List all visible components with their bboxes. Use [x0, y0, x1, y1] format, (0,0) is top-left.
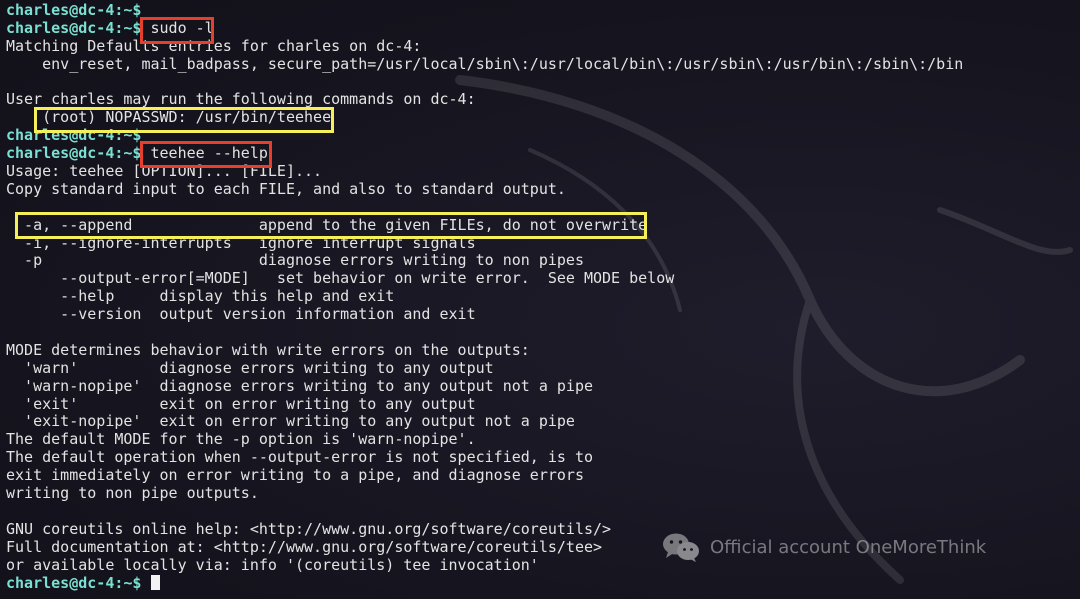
- output-text: env_reset, mail_badpass, secure_path=/us…: [6, 54, 964, 73]
- command-text: [141, 574, 150, 592]
- output-text: --help display this help and exit: [6, 287, 395, 306]
- output-line: (root) NOPASSWD: /usr/bin/teehee: [6, 108, 963, 127]
- output-text: or available locally via: info '(coreuti…: [6, 555, 539, 574]
- output-line: MODE determines behavior with write erro…: [6, 340, 963, 360]
- output-text: exit immediately on error writing to a p…: [6, 466, 584, 485]
- output-line: 'warn' diagnose errors writing to any ou…: [6, 358, 963, 378]
- output-line: --help display this help and exit: [6, 287, 963, 306]
- shell-prompt: charles@dc-4:~$: [6, 1, 142, 19]
- output-line: -i, --ignore-interrupts ignore interrupt…: [6, 233, 963, 253]
- output-line: 'warn-nopipe' diagnose errors writing to…: [6, 376, 963, 396]
- output-line: --version output version information and…: [6, 305, 963, 324]
- output-text: User charles may run the following comma…: [6, 90, 476, 109]
- output-text: MODE determines behavior with write erro…: [6, 340, 530, 359]
- output-line: 'exit-nopipe' exit on error writing to a…: [6, 413, 963, 431]
- output-text: writing to non pipe outputs.: [6, 484, 259, 503]
- output-line: Matching Defaults entries for charles on…: [6, 36, 963, 56]
- output-line: -a, --append append to the given FILEs, …: [6, 215, 963, 235]
- output-text: The default operation when --output-erro…: [6, 448, 593, 467]
- shell-prompt: charles@dc-4:~$: [6, 573, 142, 592]
- terminal-window[interactable]: charles@dc-4:~$ charles@dc-4:~$ sudo -l Ma…: [0, 0, 1080, 599]
- output-text: 'exit-nopipe' exit on error writing to a…: [6, 412, 575, 431]
- output-line: User charles may run the following comma…: [6, 91, 963, 109]
- shell-prompt: charles@dc-4:~$: [6, 144, 142, 163]
- output-text: Matching Defaults entries for charles on…: [6, 36, 422, 55]
- output-line: -p diagnose errors writing to non pipes: [6, 252, 963, 270]
- wechat-watermark: Official account OneMoreThink: [662, 532, 986, 562]
- output-text: 'warn' diagnose errors writing to any ou…: [6, 358, 494, 377]
- watermark-text: Official account OneMoreThink: [710, 536, 987, 558]
- output-line: [6, 199, 963, 217]
- output-text: -a, --append append to the given FILEs, …: [6, 215, 648, 234]
- output-line: env_reset, mail_badpass, secure_path=/us…: [6, 54, 964, 74]
- output-text: 'warn-nopipe' diagnose errors writing to…: [6, 376, 593, 395]
- prompt-line: charles@dc-4:~$: [6, 1, 963, 20]
- prompt-line: charles@dc-4:~$: [6, 573, 963, 593]
- output-text: Usage: teehee [OPTION]... [FILE]...: [6, 162, 323, 181]
- terminal-output: charles@dc-4:~$ charles@dc-4:~$ sudo -l Ma…: [6, 1, 964, 593]
- output-text: -p diagnose errors writing to non pipes: [6, 251, 584, 270]
- output-line: [6, 503, 963, 521]
- text-cursor: [150, 574, 160, 590]
- output-line: The default MODE for the -p option is 'w…: [6, 430, 963, 449]
- wechat-icon: [663, 533, 699, 562]
- output-text: --output-error[=MODE] set behavior on wr…: [6, 269, 675, 288]
- command-text: teehee --help: [141, 144, 268, 163]
- command-text: sudo -l: [141, 18, 214, 37]
- output-text: Copy standard input to each FILE, and al…: [6, 179, 566, 198]
- output-text: (root) NOPASSWD: /usr/bin/teehee: [6, 108, 332, 127]
- output-line: [6, 324, 963, 342]
- output-text: 'exit' exit on error writing to any outp…: [6, 394, 476, 413]
- prompt-line: charles@dc-4:~$: [6, 126, 963, 145]
- output-line: The default operation when --output-erro…: [6, 448, 963, 467]
- prompt-line: charles@dc-4:~$ sudo -l: [6, 18, 963, 38]
- output-text: -i, --ignore-interrupts ignore interrupt…: [6, 233, 476, 252]
- prompt-line: charles@dc-4:~$ teehee --help: [6, 144, 963, 163]
- output-text: --version output version information and…: [6, 305, 476, 324]
- output-line: writing to non pipe outputs.: [6, 484, 963, 503]
- output-line: exit immediately on error writing to a p…: [6, 466, 963, 485]
- output-text: GNU coreutils online help: <http://www.g…: [6, 519, 612, 538]
- output-line: --output-error[=MODE] set behavior on wr…: [6, 269, 963, 288]
- output-line: [6, 74, 963, 92]
- shell-prompt: charles@dc-4:~$: [6, 18, 142, 37]
- output-line: 'exit' exit on error writing to any outp…: [6, 394, 963, 414]
- output-text: The default MODE for the -p option is 'w…: [6, 430, 476, 449]
- shell-prompt: charles@dc-4:~$: [6, 126, 142, 145]
- output-text: Full documentation at: <http://www.gnu.o…: [6, 537, 603, 556]
- output-line: Copy standard input to each FILE, and al…: [6, 179, 963, 199]
- output-line: Usage: teehee [OPTION]... [FILE]...: [6, 162, 963, 181]
